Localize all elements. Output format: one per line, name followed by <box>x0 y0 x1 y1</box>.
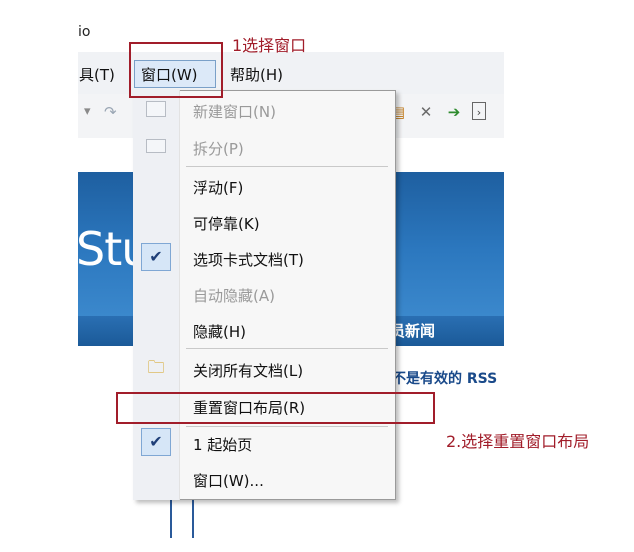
menu-tools[interactable]: 具(T) <box>79 64 115 85</box>
annotation-box-window-menu <box>129 42 223 98</box>
rss-message: 不是有效的 RSS <box>392 371 498 387</box>
menu-item-dockable[interactable]: 可停靠(K) <box>193 213 260 234</box>
window-title-fragment: io <box>78 24 91 40</box>
new-window-icon <box>146 101 166 117</box>
annotation-step-2: 2.选择重置窗口布局 <box>446 432 590 451</box>
annotation-step-1: 1选择窗口 <box>232 36 307 55</box>
news-tab-label[interactable]: 员新闻 <box>390 320 435 341</box>
menu-separator <box>186 348 388 349</box>
menu-item-windows[interactable]: 窗口(W)... <box>193 470 264 491</box>
menu-item-start-page[interactable]: 1 起始页 <box>193 434 252 455</box>
menu-item-new-window[interactable]: 新建窗口(N) <box>193 101 276 122</box>
screenshot-stage: io 具(T) 窗口(W) 帮助(H) ▾ ↷ ▤ ✕ ➔ › Stu 员新闻 … <box>0 0 634 552</box>
tools-icon[interactable]: ✕ <box>416 102 436 122</box>
console-icon[interactable]: › <box>472 102 486 120</box>
menu-item-auto-hide[interactable]: 自动隐藏(A) <box>193 285 275 306</box>
checked-icon: ✔ <box>141 428 171 456</box>
folder-icon: 🗀 <box>147 358 165 378</box>
import-icon[interactable]: ➔ <box>444 102 464 122</box>
menu-item-close-all-documents[interactable]: 关闭所有文档(L) <box>193 360 303 381</box>
menu-separator <box>186 166 388 167</box>
menu-item-tabbed-document[interactable]: 选项卡式文档(T) <box>193 249 304 270</box>
menu-item-split[interactable]: 拆分(P) <box>193 138 244 159</box>
menu-separator <box>186 426 388 427</box>
checked-icon: ✔ <box>141 243 171 271</box>
redo-icon[interactable]: ↷ <box>104 103 117 121</box>
toolbar-dropdown-icon[interactable]: ▾ <box>84 104 91 119</box>
annotation-box-reset-layout <box>116 392 435 424</box>
split-icon <box>146 139 166 153</box>
menu-item-hide[interactable]: 隐藏(H) <box>193 321 246 342</box>
toolbar-icon-group: ▤ ✕ ➔ › <box>388 102 504 126</box>
menu-help[interactable]: 帮助(H) <box>230 64 283 85</box>
menu-item-float[interactable]: 浮动(F) <box>193 177 243 198</box>
